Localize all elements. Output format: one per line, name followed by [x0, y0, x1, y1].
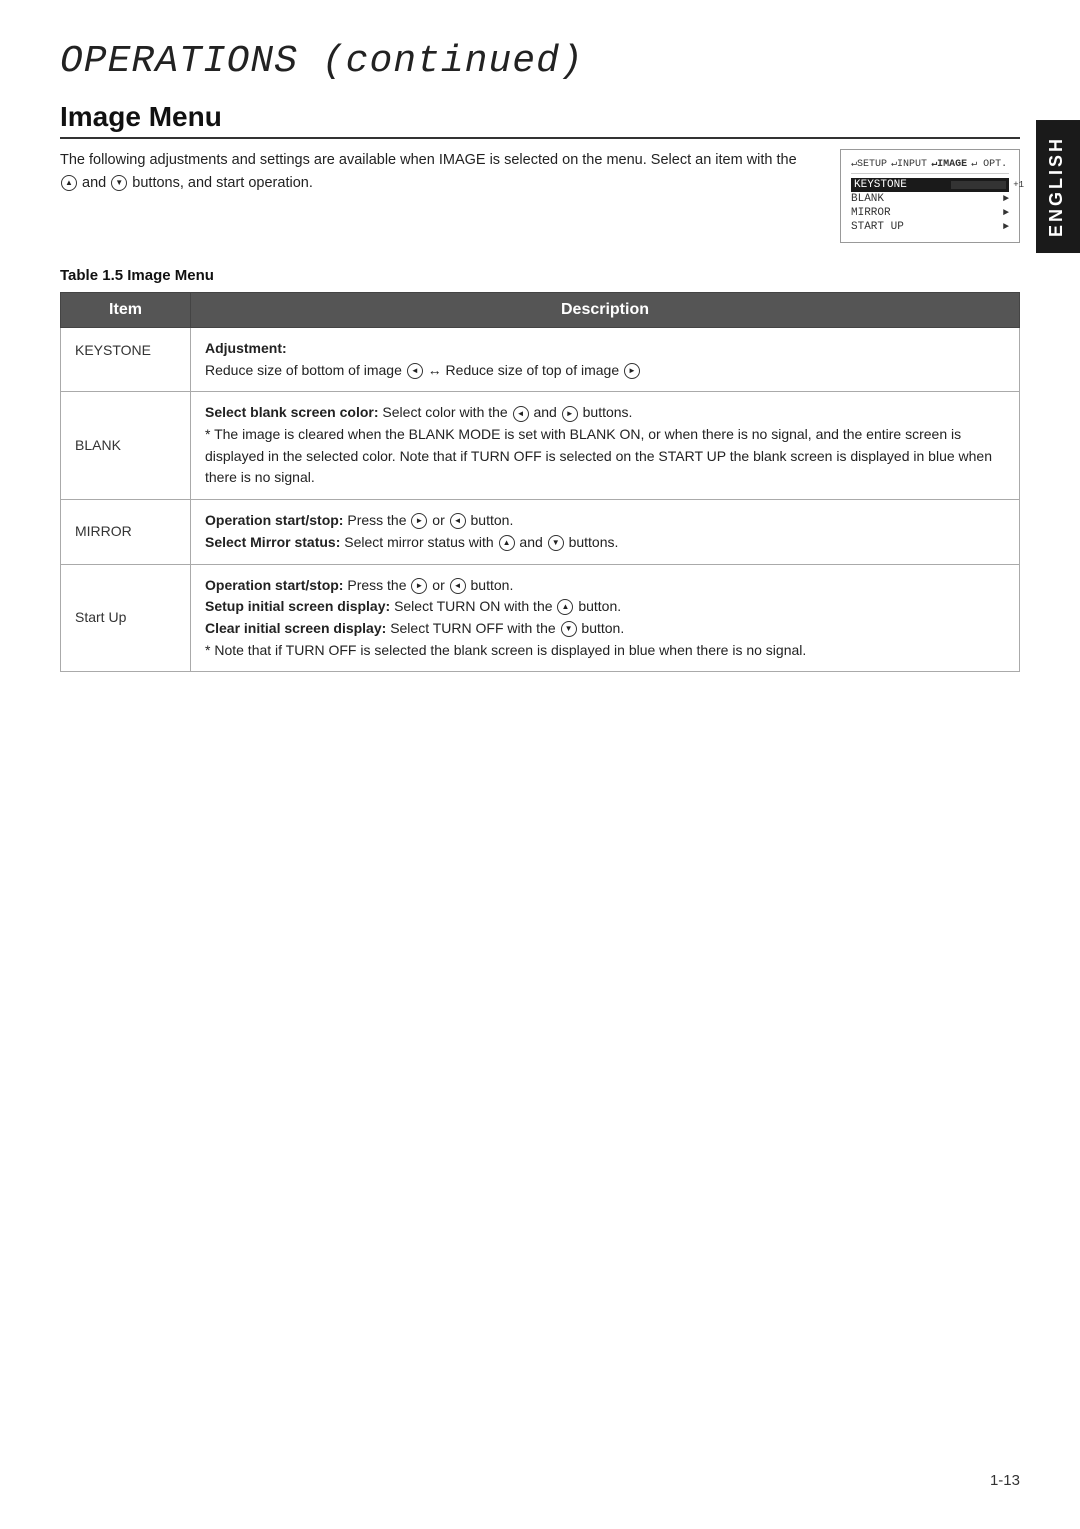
startup-right-icon — [411, 578, 427, 594]
table-row: BLANK Select blank screen color: Select … — [61, 392, 1020, 500]
menu-top-input: ↵INPUT — [891, 158, 927, 170]
desc-keystone: Adjustment: Reduce size of bottom of ima… — [191, 328, 1020, 392]
menu-top-setup: ↵SETUP — [851, 158, 887, 170]
startup-left-icon — [450, 578, 466, 594]
item-blank: BLANK — [61, 392, 191, 500]
intro-text-2: and — [82, 175, 106, 191]
menu-diagram: ↵SETUP ↵INPUT ↵IMAGE ↵ OPT. KEYSTONE BLA… — [840, 149, 1020, 243]
table-row: MIRROR Operation start/stop: Press the o… — [61, 500, 1020, 564]
menu-row-startup: START UP ► — [851, 220, 1009, 234]
item-startup: Start Up — [61, 564, 191, 672]
table-header-row: Item Description — [61, 293, 1020, 328]
mirror-and-2: and — [519, 534, 546, 550]
keystone-slider — [951, 181, 1006, 189]
startup-bold-1: Operation start/stop: — [205, 577, 343, 593]
table-row: Start Up Operation start/stop: Press the… — [61, 564, 1020, 672]
item-mirror: MIRROR — [61, 500, 191, 564]
mirror-text-1: Press the — [347, 512, 410, 528]
mirror-or: or — [432, 512, 448, 528]
desc-startup: Operation start/stop: Press the or butto… — [191, 564, 1020, 672]
blank-text-2: buttons. — [583, 404, 633, 420]
table-row: KEYSTONE Adjustment: Reduce size of bott… — [61, 328, 1020, 392]
blank-note: * The image is cleared when the BLANK MO… — [205, 426, 992, 485]
page-number: 1-13 — [990, 1472, 1020, 1489]
english-tab: ENGLISH — [1036, 120, 1080, 253]
menu-top-bar: ↵SETUP ↵INPUT ↵IMAGE ↵ OPT. — [851, 158, 1009, 174]
menu-row-keystone: KEYSTONE — [851, 178, 1009, 192]
startup-bold-2: Setup initial screen display: — [205, 598, 390, 614]
page-title: OPERATIONS (continued) — [60, 40, 1020, 83]
col-header-item: Item — [61, 293, 191, 328]
startup-down-icon — [561, 621, 577, 637]
intro-text: The following adjustments and settings a… — [60, 149, 810, 195]
mirror-down-icon — [548, 535, 564, 551]
blank-bold: Select blank screen color: — [205, 404, 379, 420]
blank-left-icon — [513, 406, 529, 422]
mirror-text-4: buttons. — [569, 534, 619, 550]
keystone-bold: Adjustment: — [205, 340, 287, 356]
menu-top-image: ↵IMAGE — [931, 158, 967, 170]
menu-item-blank: BLANK — [851, 193, 884, 205]
mirror-bold-2: Select Mirror status: — [205, 534, 340, 550]
desc-blank: Select blank screen color: Select color … — [191, 392, 1020, 500]
mirror-left-icon — [450, 513, 466, 529]
startup-text-2: button. — [471, 577, 514, 593]
blank-and: and — [533, 404, 560, 420]
left-circle-icon — [407, 363, 423, 379]
mirror-right-icon — [411, 513, 427, 529]
intro-area: The following adjustments and settings a… — [60, 149, 1020, 243]
image-menu-table: Item Description KEYSTONE Adjustment: Re… — [60, 292, 1020, 672]
menu-row-blank: BLANK ► — [851, 192, 1009, 206]
up-arrow-icon — [61, 175, 77, 191]
keystone-arrow-sep: ↔ Reduce size of top of image — [428, 362, 623, 378]
blank-text-1: Select color with the — [382, 404, 511, 420]
menu-top-opt: ↵ OPT. — [971, 158, 1007, 170]
mirror-up-icon — [499, 535, 515, 551]
right-circle-icon — [624, 363, 640, 379]
startup-bold-3: Clear initial screen display: — [205, 620, 386, 636]
table-heading: Table 1.5 Image Menu — [60, 267, 1020, 284]
blank-right-icon — [562, 406, 578, 422]
desc-mirror: Operation start/stop: Press the or butto… — [191, 500, 1020, 564]
section-heading: Image Menu — [60, 101, 1020, 139]
startup-text-1: Press the — [347, 577, 410, 593]
startup-up-icon — [557, 599, 573, 615]
menu-item-startup: START UP — [851, 221, 904, 233]
menu-item-keystone: KEYSTONE — [854, 179, 907, 191]
item-keystone: KEYSTONE — [61, 328, 191, 392]
menu-item-mirror: MIRROR — [851, 207, 891, 219]
intro-text-1: The following adjustments and settings a… — [60, 152, 797, 168]
startup-text-3: Select TURN ON with the — [394, 598, 556, 614]
mirror-arrow: ► — [1003, 208, 1009, 219]
startup-or: or — [432, 577, 448, 593]
mirror-text-2: button. — [471, 512, 514, 528]
menu-row-mirror: MIRROR ► — [851, 206, 1009, 220]
mirror-bold-1: Operation start/stop: — [205, 512, 343, 528]
intro-text-3: buttons, and start operation. — [132, 175, 313, 191]
down-arrow-icon — [111, 175, 127, 191]
startup-note: * Note that if TURN OFF is selected the … — [205, 642, 806, 658]
mirror-text-3: Select mirror status with — [344, 534, 497, 550]
keystone-desc: Reduce size of bottom of image — [205, 362, 406, 378]
blank-arrow: ► — [1003, 194, 1009, 205]
startup-text-5: Select TURN OFF with the — [390, 620, 559, 636]
startup-text-4: button. — [578, 598, 621, 614]
startup-arrow: ► — [1003, 222, 1009, 233]
startup-text-6: button. — [581, 620, 624, 636]
col-header-description: Description — [191, 293, 1020, 328]
